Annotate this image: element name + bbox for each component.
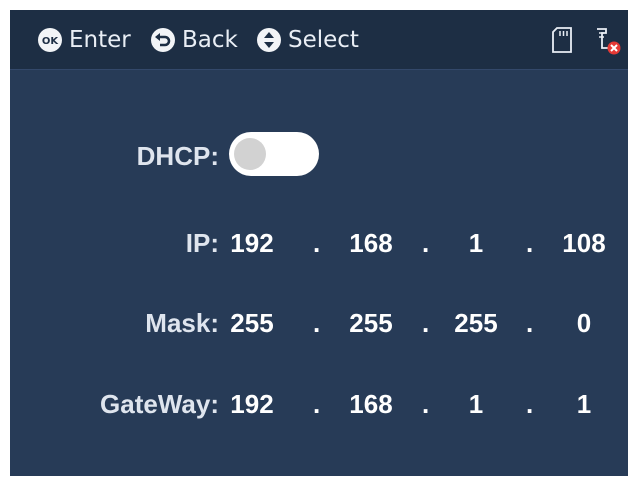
mask-separator: . <box>313 308 321 338</box>
ip-octet-1[interactable]: 192 <box>217 228 287 259</box>
select-hint-label: Select <box>288 26 359 53</box>
up-down-icon <box>257 27 281 52</box>
ip-separator: . <box>313 228 321 258</box>
gateway-octet-1[interactable]: 192 <box>217 389 287 420</box>
ip-separator: . <box>422 228 430 258</box>
sd-card-icon <box>552 27 572 53</box>
select-hint: Select <box>257 10 359 69</box>
ip-octet-2[interactable]: 168 <box>336 228 406 259</box>
dhcp-toggle[interactable] <box>229 132 319 176</box>
mask-octet-3[interactable]: 255 <box>441 308 511 339</box>
network-settings-screen: OK Enter Back Select DHCP: IP: 192 . 168… <box>10 10 628 476</box>
ip-separator: . <box>526 228 534 258</box>
hint-bar: OK Enter Back Select <box>10 10 628 70</box>
mask-separator: . <box>526 308 534 338</box>
gateway-octet-4[interactable]: 1 <box>549 389 619 420</box>
gateway-octet-2[interactable]: 168 <box>336 389 406 420</box>
gateway-separator: . <box>422 389 430 419</box>
ok-icon: OK <box>38 27 62 52</box>
dhcp-toggle-knob <box>234 138 266 170</box>
mask-separator: . <box>422 308 430 338</box>
dhcp-label: DHCP: <box>136 141 219 171</box>
mask-octet-2[interactable]: 255 <box>336 308 406 339</box>
network-disconnected-icon <box>597 28 621 55</box>
enter-hint: OK Enter <box>38 10 131 69</box>
mask-label: Mask: <box>145 308 219 338</box>
ip-label: IP: <box>185 228 219 258</box>
gateway-label: GateWay: <box>100 389 219 419</box>
ip-octet-3[interactable]: 1 <box>441 228 511 259</box>
back-hint: Back <box>151 10 238 69</box>
enter-hint-label: Enter <box>69 26 131 53</box>
ip-octet-4[interactable]: 108 <box>549 228 619 259</box>
back-icon <box>151 27 175 52</box>
mask-octet-1[interactable]: 255 <box>217 308 287 339</box>
gateway-octet-3[interactable]: 1 <box>441 389 511 420</box>
back-hint-label: Back <box>182 26 238 53</box>
mask-octet-4[interactable]: 0 <box>549 308 619 339</box>
gateway-separator: . <box>313 389 321 419</box>
svg-text:OK: OK <box>42 36 60 47</box>
gateway-separator: . <box>526 389 534 419</box>
